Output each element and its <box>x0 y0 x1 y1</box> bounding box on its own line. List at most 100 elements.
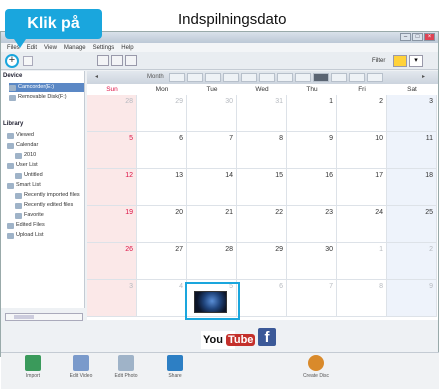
month-box[interactable] <box>259 73 275 82</box>
scrollbar-thumb[interactable] <box>14 315 34 319</box>
calendar-day-cell[interactable]: 13 <box>137 169 187 206</box>
calendar-day-cell[interactable]: 26 <box>87 243 137 280</box>
month-box[interactable] <box>277 73 293 82</box>
month-box[interactable] <box>367 73 383 82</box>
calendar-day-cell[interactable]: 28 <box>87 95 137 132</box>
library-recently-imported[interactable]: Recently imported files <box>15 191 80 200</box>
month-box[interactable] <box>205 73 221 82</box>
calendar-day-cell[interactable]: 31 <box>237 95 287 132</box>
month-box[interactable] <box>241 73 257 82</box>
library-smart-list[interactable]: Smart List <box>7 181 41 190</box>
calendar-day-cell[interactable]: 21 <box>187 206 237 243</box>
calendar-day-cell[interactable]: 22 <box>237 206 287 243</box>
calendar-day-cell[interactable]: 5 <box>87 132 137 169</box>
calendar-day-cell[interactable]: 25 <box>387 206 437 243</box>
calendar-day-cell[interactable]: 30 <box>187 95 237 132</box>
calendar-day-cell[interactable]: 3 <box>87 280 137 317</box>
prev-arrow-icon[interactable]: ◂ <box>95 73 98 82</box>
import-button[interactable]: Import <box>9 355 57 390</box>
minimize-button[interactable]: – <box>400 33 411 41</box>
library-user-list[interactable]: User List <box>7 161 38 170</box>
calendar-day-cell[interactable]: 20 <box>137 206 187 243</box>
calendar-day-cell[interactable]: 8 <box>337 280 387 317</box>
calendar-day-cell[interactable]: 12 <box>87 169 137 206</box>
month-box-selected[interactable] <box>313 73 329 82</box>
youtube-button[interactable]: You Tube <box>201 331 256 349</box>
calendar-day-cell[interactable]: 9 <box>387 280 437 317</box>
calendar-day-cell[interactable]: 15 <box>237 169 287 206</box>
menu-manage[interactable]: Manage <box>64 45 86 51</box>
day-number: 1 <box>329 98 333 105</box>
calendar-day-cell[interactable]: 2 <box>387 243 437 280</box>
library-upload-list[interactable]: Upload List <box>7 231 44 240</box>
library-untitled[interactable]: Untitled <box>15 171 43 180</box>
library-favorite[interactable]: Favorite <box>15 211 44 220</box>
month-box[interactable] <box>295 73 311 82</box>
next-arrow-icon[interactable]: ▸ <box>422 73 425 82</box>
filter-dropdown[interactable]: ▾ <box>409 55 423 67</box>
calendar-day-cell[interactable]: 4 <box>137 280 187 317</box>
calendar-day-cell[interactable]: 30 <box>287 243 337 280</box>
calendar-day-cell[interactable]: 11 <box>387 132 437 169</box>
day-header: Sun <box>106 86 118 93</box>
day-number: 22 <box>275 209 283 216</box>
library-recently-edited[interactable]: Recently edited files <box>15 201 73 210</box>
calendar-day-cell[interactable]: 9 <box>287 132 337 169</box>
calendar-day-cell[interactable]: 8 <box>237 132 287 169</box>
disk-icon <box>9 94 16 101</box>
tool-icon[interactable] <box>23 56 33 66</box>
calendar-day-cell[interactable]: 14 <box>187 169 237 206</box>
device-removable-disk[interactable]: Removable Disk(F:) <box>9 93 67 102</box>
calendar-day-cell[interactable]: 28 <box>187 243 237 280</box>
calendar-day-cell[interactable]: 23 <box>287 206 337 243</box>
month-box[interactable] <box>349 73 365 82</box>
create-disc-button[interactable]: Create Disc <box>292 355 340 390</box>
month-box[interactable] <box>331 73 347 82</box>
facebook-button[interactable]: f <box>258 328 276 346</box>
month-box[interactable] <box>223 73 239 82</box>
day-number: 16 <box>325 172 333 179</box>
calendar-day-cell[interactable]: 29 <box>137 95 187 132</box>
calendar-day-cell[interactable]: 2 <box>337 95 387 132</box>
list-icon <box>15 192 22 199</box>
menu-view[interactable]: View <box>44 45 57 51</box>
calendar-day-cell[interactable]: 1 <box>287 95 337 132</box>
library-edited-files[interactable]: Edited Files <box>7 221 45 230</box>
month-box[interactable] <box>187 73 203 82</box>
calendar-year-icon <box>15 152 22 159</box>
calendar-day-cell[interactable]: 3 <box>387 95 437 132</box>
share-button[interactable]: Share <box>151 355 199 390</box>
calendar-day-cell[interactable]: 10 <box>337 132 387 169</box>
calendar-day-cell[interactable]: 29 <box>237 243 287 280</box>
calendar-day-cell[interactable]: 1 <box>337 243 387 280</box>
calendar-day-cell[interactable]: 6 <box>137 132 187 169</box>
maximize-button[interactable]: □ <box>412 33 423 41</box>
device-camcorder[interactable]: Camcorder(E:) <box>9 83 84 92</box>
list-view-icon[interactable] <box>111 55 123 66</box>
close-button[interactable]: × <box>424 33 435 41</box>
edit-video-button[interactable]: Edit Video <box>57 355 105 390</box>
calendar-day-cell[interactable]: 16 <box>287 169 337 206</box>
calendar-day-cell[interactable]: 6 <box>237 280 287 317</box>
calendar-day-cell[interactable]: 18 <box>387 169 437 206</box>
calendar-day-cell[interactable]: 17 <box>337 169 387 206</box>
calendar-day-cell[interactable]: 7 <box>187 132 237 169</box>
month-box[interactable] <box>169 73 185 82</box>
filter-icon[interactable] <box>393 55 407 67</box>
menu-help[interactable]: Help <box>121 45 133 51</box>
calendar-day-cell[interactable]: 19 <box>87 206 137 243</box>
calendar-day-cell[interactable]: 27 <box>137 243 187 280</box>
menu-edit[interactable]: Edit <box>27 45 37 51</box>
calendar-day-cell[interactable]: 24 <box>337 206 387 243</box>
menu-settings[interactable]: Settings <box>93 45 115 51</box>
calendar-day-cell[interactable]: 7 <box>287 280 337 317</box>
library-year[interactable]: 2010 <box>15 151 36 160</box>
library-viewed[interactable]: Viewed <box>7 131 34 140</box>
sidebar-horizontal-scrollbar[interactable] <box>5 313 83 321</box>
library-calendar[interactable]: Calendar <box>7 141 38 150</box>
thumbnail-view-icon[interactable] <box>97 55 109 66</box>
day-header: Sat <box>407 86 417 93</box>
calendar-view-icon[interactable] <box>125 55 137 66</box>
add-button[interactable]: + <box>5 54 19 68</box>
edit-photo-button[interactable]: Edit Photo <box>102 355 150 390</box>
